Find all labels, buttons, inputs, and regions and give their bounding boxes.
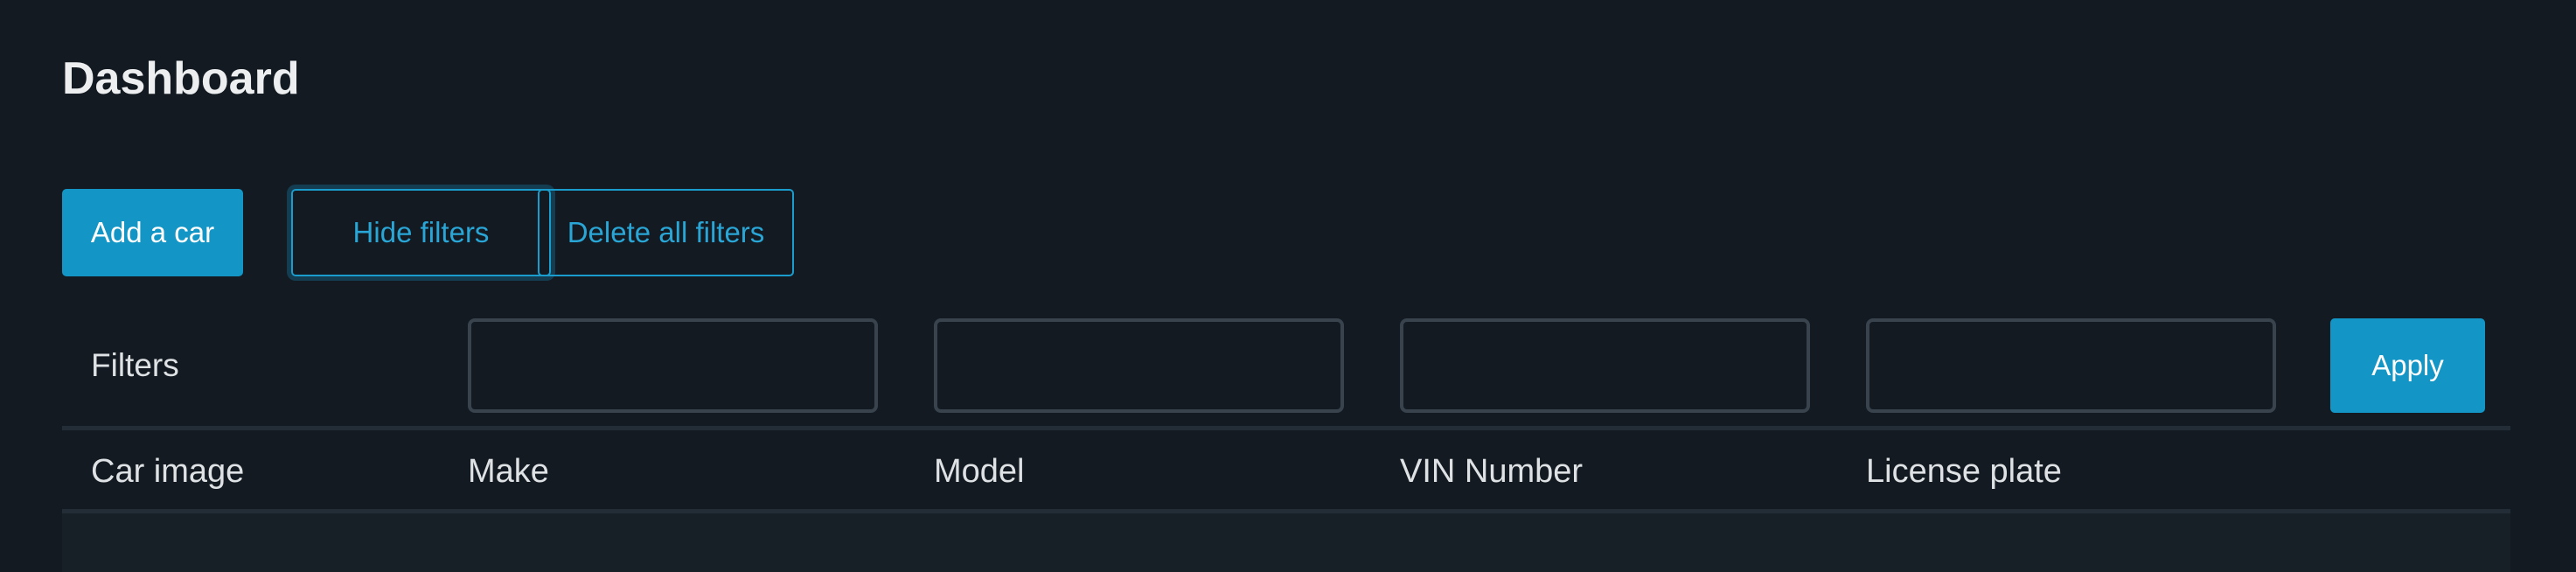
column-header-make: Make	[468, 453, 549, 490]
column-header-vin-number: VIN Number	[1400, 453, 1584, 490]
dashboard-page: Dashboard Add a car Hide filters Delete …	[62, 0, 2510, 572]
column-header-car-image: Car image	[91, 453, 245, 490]
filters-label: Filters	[91, 347, 179, 383]
table-header: Car image Make Model VIN Number License …	[62, 430, 2510, 509]
filters-row: Filters Apply	[62, 318, 2510, 413]
column-header-license-plate: License plate	[1866, 453, 2062, 490]
delete-all-filters-button[interactable]: Delete all filters	[538, 189, 794, 276]
column-header-model: Model	[934, 453, 1025, 490]
make-filter-input[interactable]	[468, 318, 878, 413]
table-body	[62, 513, 2510, 572]
page-title: Dashboard	[62, 53, 300, 104]
hide-filters-button[interactable]: Hide filters	[291, 189, 551, 276]
vin-filter-input[interactable]	[1400, 318, 1810, 413]
add-car-button[interactable]: Add a car	[62, 189, 243, 276]
license-plate-filter-input[interactable]	[1866, 318, 2276, 413]
apply-filters-button[interactable]: Apply	[2330, 318, 2485, 413]
model-filter-input[interactable]	[934, 318, 1344, 413]
